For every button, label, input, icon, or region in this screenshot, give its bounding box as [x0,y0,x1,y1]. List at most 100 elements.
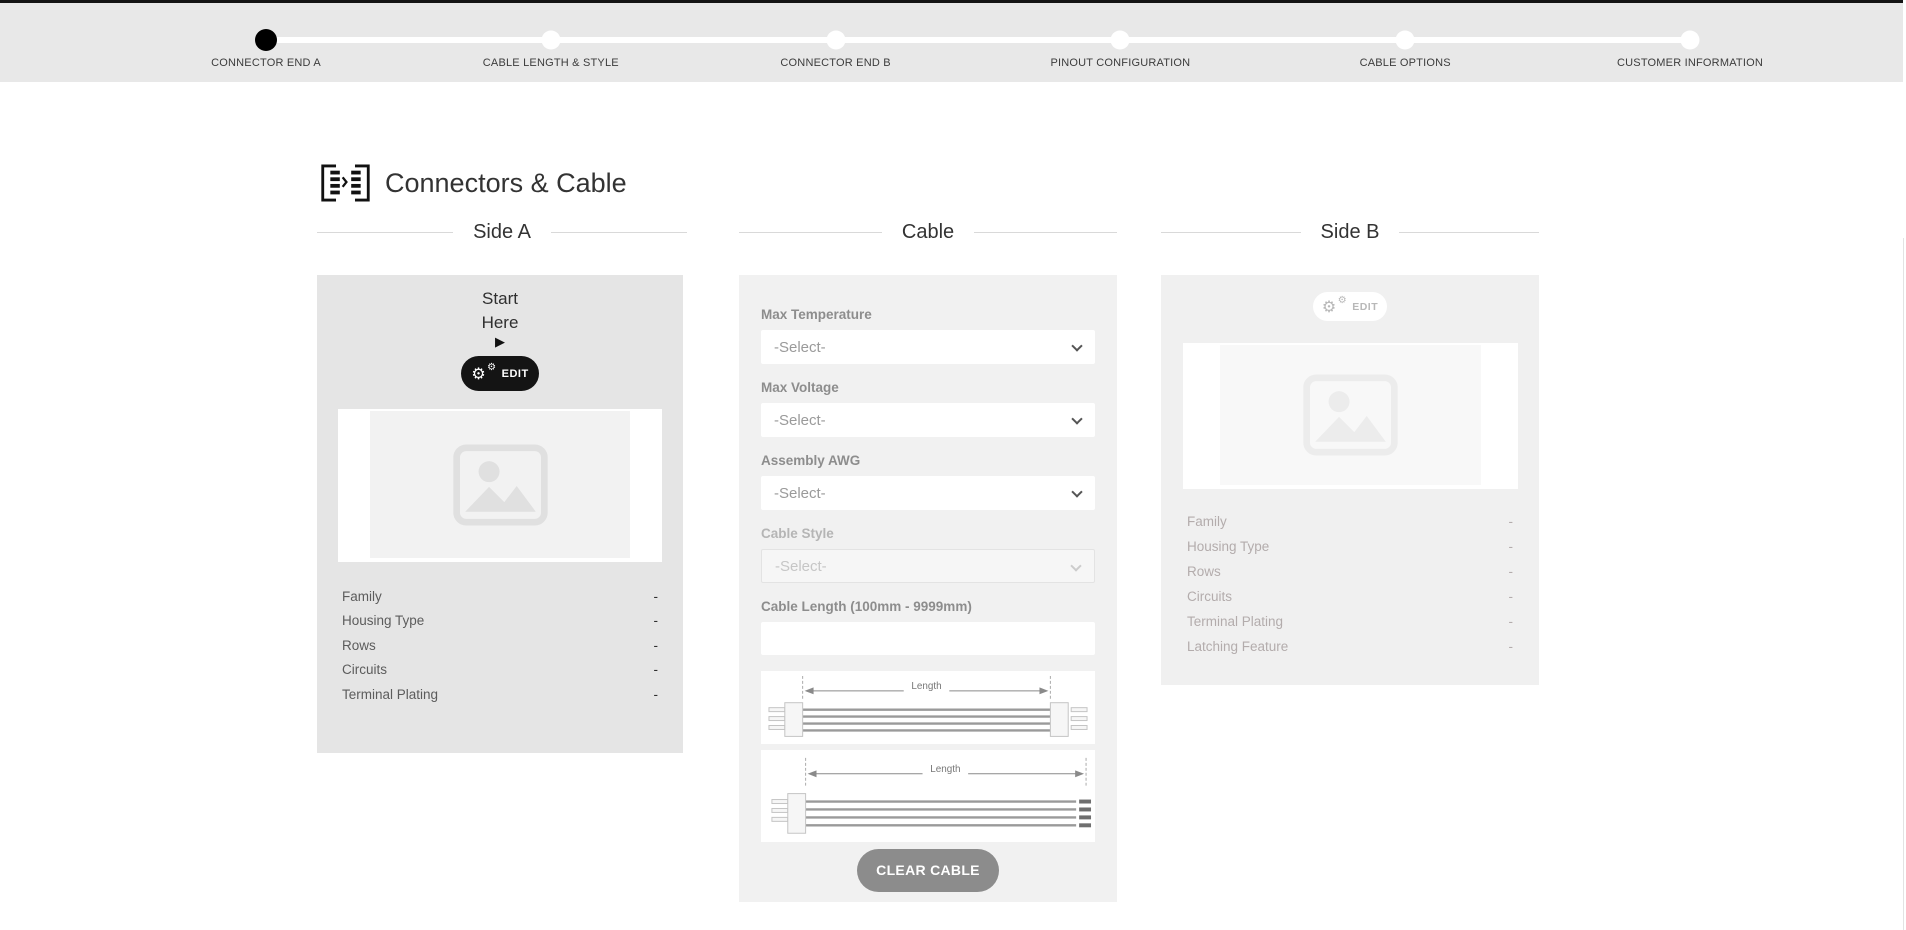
property-value: - [654,589,659,604]
connector-pair-icon [318,164,373,202]
property-label: Terminal Plating [1187,614,1283,629]
step-label: CONNECTOR END A [211,57,321,69]
field-value: -Select- [775,558,827,575]
step-dot-icon [1111,31,1130,50]
side-b-connector-image-placeholder [1183,343,1518,489]
cable-length-100mm-9999mm-input[interactable] [761,622,1095,655]
field-value: -Select- [774,339,826,356]
field-cable-style: Cable Style -Select- [761,526,1095,583]
start-here-hint: Start Here [317,287,683,335]
property-value: - [1509,514,1514,529]
field-label: Max Temperature [761,307,1095,330]
step-dot-icon [1681,31,1700,50]
property-label: Latching Feature [1187,639,1288,654]
image-inner-panel [1220,345,1481,485]
step-label: CABLE LENGTH & STYLE [483,57,619,69]
property-row-rows: Rows - [342,633,658,658]
field-text-input[interactable] [771,630,1085,647]
property-value: - [1509,639,1514,654]
property-label: Housing Type [1187,539,1269,554]
field-label: Max Voltage [761,380,1095,403]
side-b-card: ⚙⚙ EDIT Family - Housing Type [1161,275,1539,685]
cable-style-select[interactable]: -Select- [761,549,1095,583]
start-hint-line2: Here [317,311,683,335]
property-label: Rows [342,638,376,653]
side-a-connector-image-placeholder [338,409,662,562]
property-label: Housing Type [342,613,424,628]
property-row-terminal-plating: Terminal Plating - [1187,609,1513,634]
side-a-heading-text: Side A [473,221,531,244]
edit-button-label: EDIT [502,368,529,380]
property-row-circuits: Circuits - [1187,584,1513,609]
property-value: - [1509,614,1514,629]
progress-stepper: CONNECTOR END A CABLE LENGTH & STYLE CON… [266,3,1690,82]
property-row-family: Family - [1187,509,1513,534]
gear-icon: ⚙ [471,366,486,382]
max-temperature-select[interactable]: -Select- [761,330,1095,364]
gear-small-icon: ⚙ [1338,296,1347,306]
field-value: -Select- [774,485,826,502]
side-b-heading: Side B [1161,218,1539,246]
field-value: -Select- [774,412,826,429]
property-label: Circuits [1187,589,1232,604]
property-value: - [654,613,659,628]
clear-cable-button[interactable]: CLEAR CABLE [857,849,999,892]
property-row-rows: Rows - [1187,559,1513,584]
heading-divider [1399,232,1539,233]
property-label: Rows [1187,564,1221,579]
cable-style-diagram-both-connectors: Length [761,671,1095,744]
start-hint-line1: Start [317,287,683,311]
property-value: - [654,662,659,677]
cable-fields: Max Temperature -Select- Max Voltage -Se… [761,307,1095,655]
assembly-awg-select[interactable]: -Select- [761,476,1095,510]
property-row-terminal-plating: Terminal Plating - [342,682,658,707]
heading-divider [974,232,1117,233]
property-label: Family [342,589,382,604]
cable-configurator-page: CONNECTOR END A CABLE LENGTH & STYLE CON… [0,0,1906,930]
side-a-properties: Family - Housing Type - Rows - Circuits … [317,584,683,707]
chevron-down-icon [1071,340,1082,351]
gear-small-icon: ⚙ [487,363,496,373]
chevron-down-icon [1070,560,1081,571]
page-title: Connectors & Cable [318,164,627,202]
chevron-down-icon [1071,413,1082,424]
field-cable-length-100mm-9999mm: Cable Length (100mm - 9999mm) [761,599,1095,655]
side-a-heading: Side A [317,218,687,246]
field-label: Cable Style [761,526,1095,549]
cable-heading-text: Cable [902,221,954,244]
property-value: - [654,687,659,702]
step-dot-icon [255,29,277,51]
field-assembly-awg: Assembly AWG -Select- [761,453,1095,510]
property-value: - [1509,589,1514,604]
side-b-edit-button[interactable]: ⚙⚙ EDIT [1313,292,1387,321]
stepper-steps: CONNECTOR END A CABLE LENGTH & STYLE CON… [266,3,1690,82]
property-row-circuits: Circuits - [342,658,658,683]
property-label: Terminal Plating [342,687,438,702]
length-label: Length [911,681,941,692]
chevron-down-icon [1071,486,1082,497]
property-label: Circuits [342,662,387,677]
edit-button-label: EDIT [1352,301,1378,313]
field-max-temperature: Max Temperature -Select- [761,307,1095,364]
image-placeholder-icon [1302,374,1399,456]
side-a-edit-button[interactable]: ⚙⚙ EDIT [461,356,539,391]
side-b-properties: Family - Housing Type - Rows - Circuits … [1182,509,1518,659]
heading-divider [1161,232,1301,233]
heading-divider [317,232,453,233]
scrollbar-edge-line[interactable] [1903,238,1904,930]
property-value: - [1509,539,1514,554]
right-arrow-icon: ▶ [317,335,683,351]
image-placeholder-icon [452,444,549,526]
property-row-housing-type: Housing Type - [1187,534,1513,559]
heading-divider [551,232,687,233]
side-a-card: Start Here ▶ ⚙⚙ EDIT Family - [317,275,683,753]
max-voltage-select[interactable]: -Select- [761,403,1095,437]
property-label: Family [1187,514,1227,529]
step-dot-icon [541,31,560,50]
side-b-heading-text: Side B [1321,221,1380,244]
step-dot-icon [826,31,845,50]
cable-style-diagram-left-connector: Length [761,750,1095,841]
length-label: Length [930,764,960,775]
step-label: CABLE OPTIONS [1360,57,1451,69]
page-title-text: Connectors & Cable [385,168,627,199]
